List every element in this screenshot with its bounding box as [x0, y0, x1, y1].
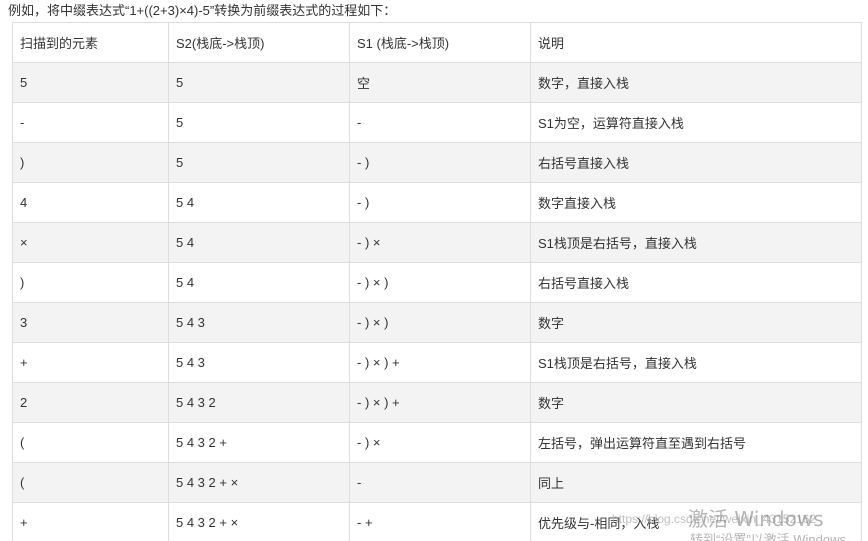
cell-element: ): [12, 262, 169, 303]
cell-s1: 空: [349, 62, 531, 103]
cell-s2: 5: [168, 62, 350, 103]
header-description: 说明: [530, 22, 862, 63]
cell-note: 右括号直接入栈: [530, 142, 862, 183]
cell-s2: 5 4 3: [168, 302, 350, 343]
cell-s1: - ) × ): [349, 302, 531, 343]
cell-note: 数字直接入栈: [530, 182, 862, 223]
cell-s2: 5 4: [168, 182, 350, 223]
cell-element: 4: [12, 182, 169, 223]
cell-s2: 5 4 3 2: [168, 382, 350, 423]
table-row: × 5 4 - ) × S1栈顶是右括号，直接入栈: [12, 222, 862, 263]
cell-s1: - ): [349, 142, 531, 183]
cell-s1: - ) ×: [349, 222, 531, 263]
cell-s2: 5 4 3 2 +: [168, 422, 350, 463]
windows-activation-subtitle: 转到“设置”以激活 Windows。: [690, 532, 860, 541]
table-header-row: 扫描到的元素 S2(栈底->栈顶) S1 (栈底->栈顶) 说明: [12, 22, 862, 63]
cell-element: +: [12, 502, 169, 541]
cell-s1: - +: [349, 502, 531, 541]
table-row: 3 5 4 3 - ) × ) 数字: [12, 302, 862, 343]
table-row: ) 5 - ) 右括号直接入栈: [12, 142, 862, 183]
cell-s2: 5 4 3: [168, 342, 350, 383]
cell-element: (: [12, 422, 169, 463]
intro-text: 例如，将中缀表达式“1+((2+3)×4)-5”转换为前缀表达式的过程如下：: [8, 3, 397, 18]
cell-s1: - ) ×: [349, 422, 531, 463]
cell-s1: - ) × ): [349, 262, 531, 303]
cell-note: 左括号，弹出运算符直至遇到右括号: [530, 422, 862, 463]
table-row: + 5 4 3 - ) × ) + S1栈顶是右括号，直接入栈: [12, 342, 862, 383]
cell-s1: - ) × ) +: [349, 382, 531, 423]
header-s2-stack: S2(栈底->栈顶): [168, 22, 350, 63]
cell-note: 数字，直接入栈: [530, 62, 862, 103]
cell-note: S1栈顶是右括号，直接入栈: [530, 342, 862, 383]
cell-s1: -: [349, 102, 531, 143]
cell-element: 3: [12, 302, 169, 343]
header-s1-stack: S1 (栈底->栈顶): [349, 22, 531, 63]
cell-s1: -: [349, 462, 531, 503]
cell-element: +: [12, 342, 169, 383]
cell-element: 5: [12, 62, 169, 103]
cell-element: -: [12, 102, 169, 143]
cell-element: ): [12, 142, 169, 183]
cell-note: 数字: [530, 302, 862, 343]
windows-activation-title: 激活 Windows: [688, 507, 824, 531]
header-scanned-element: 扫描到的元素: [12, 22, 169, 63]
cell-element: ×: [12, 222, 169, 263]
cell-element: (: [12, 462, 169, 503]
cell-s2: 5: [168, 142, 350, 183]
cell-note: S1栈顶是右括号，直接入栈: [530, 222, 862, 263]
cell-note: 数字: [530, 382, 862, 423]
cell-s2: 5 4: [168, 222, 350, 263]
table-row: ( 5 4 3 2 + × - 同上: [12, 462, 862, 503]
cell-s2: 5 4 3 2 + ×: [168, 502, 350, 541]
cell-element: 2: [12, 382, 169, 423]
cell-s2: 5 4: [168, 262, 350, 303]
table-row: ( 5 4 3 2 + - ) × 左括号，弹出运算符直至遇到右括号: [12, 422, 862, 463]
cell-s2: 5 4 3 2 + ×: [168, 462, 350, 503]
cell-note: S1为空，运算符直接入栈: [530, 102, 862, 143]
table-row: 5 5 空 数字，直接入栈: [12, 62, 862, 103]
table-row: ) 5 4 - ) × ) 右括号直接入栈: [12, 262, 862, 303]
table-row: - 5 - S1为空，运算符直接入栈: [12, 102, 862, 143]
cell-note: 右括号直接入栈: [530, 262, 862, 303]
table-row: 2 5 4 3 2 - ) × ) + 数字: [12, 382, 862, 423]
conversion-table: 扫描到的元素 S2(栈底->栈顶) S1 (栈底->栈顶) 说明 5 5 空 数…: [12, 22, 862, 541]
table-row: 4 5 4 - ) 数字直接入栈: [12, 182, 862, 223]
cell-s1: - ) × ) +: [349, 342, 531, 383]
cell-note: 同上: [530, 462, 862, 503]
cell-s1: - ): [349, 182, 531, 223]
cell-s2: 5: [168, 102, 350, 143]
